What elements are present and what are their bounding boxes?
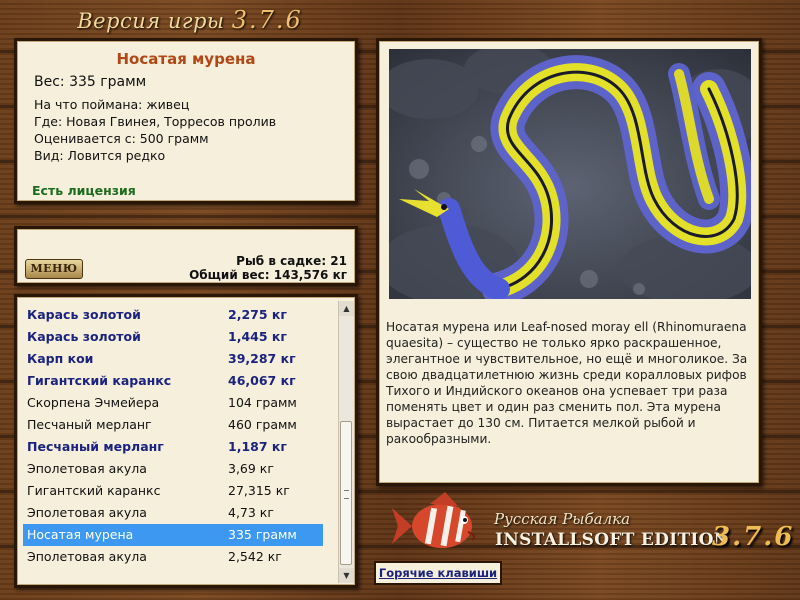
catch-row-name: Песчаный мерланг bbox=[27, 417, 152, 432]
catch-row[interactable]: Эполетовая акула 4,73 кг bbox=[23, 502, 323, 524]
fish-details: На что поймана: живец Где: Новая Гвинея,… bbox=[34, 96, 276, 164]
list-scrollbar[interactable]: ▲ ▼ bbox=[338, 301, 354, 583]
catch-row[interactable]: Скорпена Эчмейера 104 грамм bbox=[23, 392, 323, 414]
fish-logo-icon bbox=[392, 492, 476, 548]
catch-summary: Рыб в садке: 21 Общий вес: 143,576 кг bbox=[189, 254, 347, 282]
catch-row-weight: 4,73 кг bbox=[228, 505, 274, 520]
catch-row[interactable]: Носатая мурена 335 грамм bbox=[23, 524, 323, 546]
catch-row-name: Песчаный мерланг bbox=[27, 439, 164, 454]
fish-description: Носатая мурена или Leaf-nosed moray ell … bbox=[386, 320, 748, 446]
title-version: 3.7.6 bbox=[231, 6, 303, 34]
fish-info-panel: Носатая мурена Вес: 335 грамм На что пой… bbox=[14, 38, 358, 204]
catch-row-name: Скорпена Эчмейера bbox=[27, 395, 160, 410]
catch-row[interactable]: Гигантский каранкс 27,315 кг bbox=[23, 480, 323, 502]
catch-row-name: Карп кои bbox=[27, 351, 94, 366]
catch-row-name: Эполетовая акула bbox=[27, 461, 147, 476]
fish-photo-panel: Носатая мурена или Leaf-nosed moray ell … bbox=[376, 38, 762, 486]
catch-row-weight: 46,067 кг bbox=[228, 373, 296, 388]
location-line: Где: Новая Гвинея, Торресов пролив bbox=[34, 114, 277, 129]
catch-row[interactable]: Карп кои 39,287 кг bbox=[23, 348, 323, 370]
catch-row-name: Карась золотой bbox=[27, 307, 141, 322]
catch-row-weight: 2,542 кг bbox=[228, 549, 282, 564]
total-weight: Общий вес: 143,576 кг bbox=[189, 268, 347, 282]
catch-row-name: Носатая мурена bbox=[27, 527, 134, 542]
catch-row-weight: 27,315 кг bbox=[228, 483, 290, 498]
moray-eel-illustration bbox=[389, 49, 751, 299]
fish-weight: Вес: 335 грамм bbox=[34, 74, 147, 90]
catch-row[interactable]: Гигантский каранкс 46,067 кг bbox=[23, 370, 323, 392]
menu-button[interactable]: МЕНЮ bbox=[25, 259, 83, 279]
scrollbar-thumb[interactable] bbox=[340, 421, 352, 565]
catch-row-weight: 335 грамм bbox=[228, 527, 297, 542]
catch-row[interactable]: Эполетовая акула 3,69 кг bbox=[23, 458, 323, 480]
fish-name: Носатая мурена bbox=[116, 50, 256, 68]
scroll-up-arrow-icon[interactable]: ▲ bbox=[339, 301, 354, 316]
catch-row-weight: 3,69 кг bbox=[228, 461, 274, 476]
scroll-down-arrow-icon[interactable]: ▼ bbox=[339, 568, 354, 583]
catch-row[interactable]: Карась золотой 1,445 кг bbox=[23, 326, 323, 348]
title-prefix: Версия игры bbox=[77, 9, 225, 33]
catch-row[interactable]: Песчаный мерланг 1,187 кг bbox=[23, 436, 323, 458]
catch-row[interactable]: Карась золотой 2,275 кг bbox=[23, 304, 323, 326]
rarity-line: Вид: Ловится редко bbox=[34, 148, 166, 163]
hotkeys-button[interactable]: Горячие клавиши bbox=[374, 561, 502, 585]
catch-row-weight: 460 грамм bbox=[228, 417, 297, 432]
catch-row-name: Гигантский каранкс bbox=[27, 483, 161, 498]
catch-row-weight: 104 грамм bbox=[228, 395, 297, 410]
catch-row-name: Гигантский каранкс bbox=[27, 373, 172, 388]
catch-row[interactable]: Эполетовая акула 2,542 кг bbox=[23, 546, 323, 568]
catch-row-weight: 1,445 кг bbox=[228, 329, 287, 344]
catch-row-weight: 1,187 кг bbox=[228, 439, 287, 454]
logo-version: 3.7.6 bbox=[712, 522, 795, 552]
logo-title: Русская Рыбалка bbox=[494, 510, 631, 528]
license-status: Есть лицензия bbox=[32, 183, 136, 198]
logo-edition: INSTALLSOFT EDITION bbox=[495, 530, 730, 550]
catch-row-name: Эполетовая акула bbox=[27, 505, 147, 520]
catch-list: Карась золотой 2,275 кг Карась золотой 1,44… bbox=[14, 294, 358, 588]
bait-line: На что поймана: живец bbox=[34, 97, 190, 112]
window-title: Версия игры 3.7.6 bbox=[0, 6, 380, 34]
value-line: Оценивается с: 500 грамм bbox=[34, 131, 209, 146]
fish-photo bbox=[389, 49, 751, 299]
catch-row-name: Эполетовая акула bbox=[27, 549, 147, 564]
catch-row[interactable]: Песчаный мерланг 460 грамм bbox=[23, 414, 323, 436]
game-logo: Русская Рыбалка INSTALLSOFT EDITION 3.7.… bbox=[390, 490, 792, 560]
catch-row-name: Карась золотой bbox=[27, 329, 141, 344]
catch-row-weight: 2,275 кг bbox=[228, 307, 287, 322]
fish-count: Рыб в садке: 21 bbox=[236, 254, 347, 268]
stats-panel: МЕНЮ Рыб в садке: 21 Общий вес: 143,576 … bbox=[14, 226, 358, 286]
grip-icon bbox=[344, 490, 349, 499]
catch-row-weight: 39,287 кг bbox=[228, 351, 296, 366]
